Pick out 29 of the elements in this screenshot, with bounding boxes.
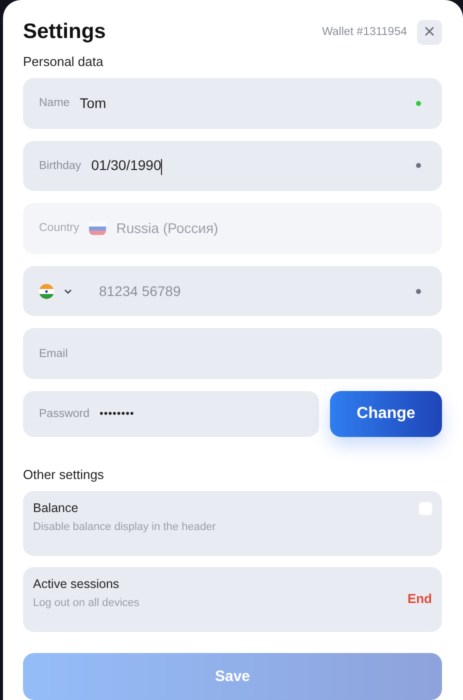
field-label: Birthday [39, 160, 82, 172]
field-value: •••••••• [100, 408, 136, 420]
wallet-id: Wallet #1311954 [322, 26, 407, 38]
setting-description: Log out on all devices [33, 596, 140, 609]
flag-icon [89, 222, 106, 235]
setting-title: Active sessions [33, 576, 120, 591]
section-heading: Personal data [23, 54, 104, 69]
field-placeholder: 81234 56789 [99, 283, 182, 300]
field-label: Name [39, 97, 70, 110]
field-value: Tom [80, 95, 108, 112]
field-value: Russia (Россия) [116, 220, 220, 236]
flag-icon [39, 284, 54, 299]
phone-field[interactable]: 81234 56789 [23, 266, 442, 316]
chevron-down-icon[interactable] [64, 288, 72, 294]
field-label: Password [39, 408, 90, 420]
field-label: Email [39, 348, 68, 360]
end-button[interactable]: End [407, 590, 432, 606]
setting-description: Disable balance display in the header [33, 520, 216, 533]
change-button[interactable]: Change [330, 390, 442, 437]
input-field[interactable]: Name Tom [23, 78, 442, 129]
password-field[interactable]: Password •••••••• [23, 390, 319, 437]
input-field[interactable]: Birthday 01/30/1990 [23, 140, 442, 192]
field-label: Country [39, 222, 80, 234]
setting-title: Balance [33, 500, 80, 515]
input-field[interactable]: Email [23, 328, 442, 379]
window-title: Settings [23, 20, 106, 44]
field-value: 01/30/1990 [91, 157, 164, 175]
close-button[interactable]: × [417, 20, 442, 44]
section-heading: Other settings [23, 466, 105, 482]
